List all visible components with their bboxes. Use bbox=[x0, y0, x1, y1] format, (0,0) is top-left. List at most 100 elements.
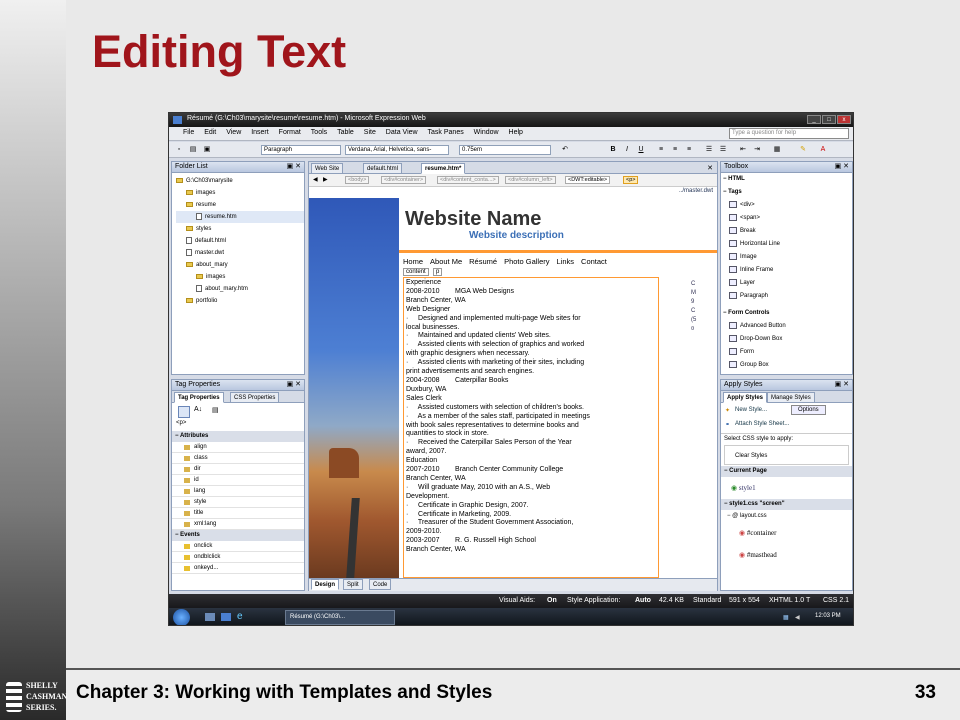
underline-icon[interactable]: U bbox=[637, 146, 645, 154]
menu-tools[interactable]: Tools bbox=[307, 127, 331, 138]
help-search-input[interactable]: Type a question for help bbox=[729, 128, 849, 139]
breadcrumb-tag[interactable]: <DWT:editable> bbox=[565, 176, 611, 184]
categorized-icon[interactable] bbox=[178, 406, 190, 418]
folder-item[interactable]: default.html bbox=[176, 235, 304, 247]
switch-windows-icon[interactable] bbox=[221, 613, 231, 621]
attribute-row[interactable]: id bbox=[172, 475, 304, 486]
toolbox-tag-item[interactable]: Inline Frame bbox=[721, 264, 852, 277]
bold-icon[interactable]: B bbox=[609, 146, 617, 154]
minimize-button[interactable]: _ bbox=[807, 115, 821, 124]
attribute-row[interactable]: title bbox=[172, 508, 304, 519]
internet-explorer-icon[interactable]: e bbox=[237, 611, 243, 622]
current-page-header[interactable]: − Current Page bbox=[721, 466, 852, 477]
open-icon[interactable]: ▤ bbox=[189, 146, 197, 154]
tab-apply-styles[interactable]: Apply Styles bbox=[723, 392, 768, 403]
nav-link[interactable]: Home bbox=[403, 257, 423, 266]
css-version[interactable]: CSS 2.1 bbox=[823, 597, 849, 604]
outdent-icon[interactable]: ⇤ bbox=[739, 146, 747, 154]
highlight-icon[interactable]: ✎ bbox=[799, 146, 807, 154]
align-center-icon[interactable]: ≡ bbox=[671, 146, 679, 154]
toolbox-form-item[interactable]: Group Box bbox=[721, 359, 852, 372]
borders-icon[interactable]: ▦ bbox=[773, 146, 781, 154]
new-page-icon[interactable]: ▫ bbox=[175, 146, 183, 154]
start-button[interactable] bbox=[173, 609, 190, 625]
style-select[interactable]: Paragraph bbox=[261, 145, 341, 155]
toolbox-tag-item[interactable]: Paragraph bbox=[721, 290, 852, 303]
event-row[interactable]: ondblclick bbox=[172, 552, 304, 563]
font-color-icon[interactable]: A bbox=[819, 146, 827, 154]
maximize-button[interactable]: □ bbox=[822, 115, 836, 124]
breadcrumb-tag[interactable]: <div#container> bbox=[381, 176, 427, 184]
folder-item[interactable]: master.dwt bbox=[176, 247, 304, 259]
menu-view[interactable]: View bbox=[222, 127, 245, 138]
master-path[interactable]: ../master.dwt bbox=[679, 188, 713, 194]
tab-design[interactable]: Design bbox=[311, 579, 340, 590]
menu-edit[interactable]: Edit bbox=[200, 127, 220, 138]
page-dimensions[interactable]: 591 x 554 bbox=[729, 597, 760, 604]
attribute-row[interactable]: style bbox=[172, 497, 304, 508]
tab-split[interactable]: Split bbox=[343, 579, 363, 590]
indent-icon[interactable]: ⇥ bbox=[753, 146, 761, 154]
tab-tag-properties[interactable]: Tag Properties bbox=[174, 392, 224, 403]
toolbox-form-item[interactable]: Form bbox=[721, 346, 852, 359]
tab-resume-htm[interactable]: resume.htm* bbox=[421, 163, 466, 174]
folder-item[interactable]: portfolio bbox=[176, 295, 304, 307]
style-application-value[interactable]: Auto bbox=[635, 597, 651, 604]
menu-task-panes[interactable]: Task Panes bbox=[424, 127, 468, 138]
breadcrumb-tag[interactable]: <div#column_left> bbox=[505, 176, 556, 184]
menu-table[interactable]: Table bbox=[333, 127, 358, 138]
clear-styles-item[interactable]: Clear Styles bbox=[724, 445, 849, 465]
attribute-row[interactable]: align bbox=[172, 442, 304, 453]
toolbox-tag-item[interactable]: Break bbox=[721, 225, 852, 238]
breadcrumb-tag[interactable]: <p> bbox=[623, 176, 639, 184]
close-icon[interactable]: ▣ ✕ bbox=[835, 162, 849, 170]
event-row[interactable]: onkeyd... bbox=[172, 563, 304, 574]
menu-site[interactable]: Site bbox=[360, 127, 380, 138]
events-header[interactable]: − Events bbox=[172, 530, 304, 541]
menu-format[interactable]: Format bbox=[275, 127, 305, 138]
tab-default-html[interactable]: default.html bbox=[363, 163, 403, 174]
clock[interactable]: 12:03 PM bbox=[815, 613, 841, 619]
menu-data-view[interactable]: Data View bbox=[382, 127, 422, 138]
menu-window[interactable]: Window bbox=[470, 127, 503, 138]
breadcrumb-tag[interactable]: <div#content_conta...> bbox=[437, 176, 499, 184]
close-icon[interactable]: ▣ ✕ bbox=[287, 162, 301, 170]
close-document-icon[interactable]: ✕ bbox=[707, 164, 713, 172]
nav-link[interactable]: Résumé bbox=[469, 257, 497, 266]
tab-css-properties[interactable]: CSS Properties bbox=[230, 392, 280, 403]
attribute-row[interactable]: lang bbox=[172, 486, 304, 497]
italic-icon[interactable]: I bbox=[623, 146, 631, 154]
toolbox-form-item[interactable]: Advanced Button bbox=[721, 320, 852, 333]
nav-link[interactable]: Contact bbox=[581, 257, 607, 266]
toolbox-tag-item[interactable]: <span> bbox=[721, 212, 852, 225]
taskbar-app-button[interactable]: Résumé (G:\Ch03\... bbox=[285, 610, 395, 625]
toolbox-tag-item[interactable]: Horizontal Line bbox=[721, 238, 852, 251]
attributes-header[interactable]: − Attributes bbox=[172, 431, 304, 442]
folder-item[interactable]: images bbox=[176, 187, 304, 199]
menu-help[interactable]: Help bbox=[505, 127, 527, 138]
font-size-select[interactable]: 0.75em bbox=[459, 145, 551, 155]
save-icon[interactable]: ▣ bbox=[203, 146, 211, 154]
new-style-link[interactable]: New Style... bbox=[735, 407, 767, 413]
close-icon[interactable]: ▣ ✕ bbox=[835, 380, 849, 388]
nav-link[interactable]: Links bbox=[557, 257, 575, 266]
attribute-row[interactable]: xml:lang bbox=[172, 519, 304, 530]
folder-item[interactable]: images bbox=[176, 271, 304, 283]
doctype[interactable]: XHTML 1.0 T bbox=[769, 597, 810, 604]
numbered-list-icon[interactable]: ☰ bbox=[705, 146, 713, 154]
attribute-row[interactable]: dir bbox=[172, 464, 304, 475]
visual-aids-value[interactable]: On bbox=[547, 597, 557, 604]
tab-manage-styles[interactable]: Manage Styles bbox=[767, 392, 815, 403]
volume-icon[interactable]: ◀ bbox=[795, 614, 800, 621]
back-icon[interactable]: ◀ bbox=[313, 176, 318, 183]
toolbox-tag-item[interactable]: <div> bbox=[721, 199, 852, 212]
folder-item[interactable]: about_mary bbox=[176, 259, 304, 271]
nav-link[interactable]: Photo Gallery bbox=[504, 257, 549, 266]
css-file-header[interactable]: − style1.css "screen" bbox=[721, 499, 852, 510]
folder-item[interactable]: resume bbox=[176, 199, 304, 211]
import-item[interactable]: − @ layout.css bbox=[721, 510, 852, 522]
options-button[interactable]: Options bbox=[791, 405, 826, 415]
editable-content-region[interactable]: Experience 2008-2010 MGA Web Designs Branc… bbox=[403, 277, 659, 578]
close-icon[interactable]: ▣ ✕ bbox=[287, 380, 301, 388]
font-select[interactable]: Verdana, Arial, Helvetica, sans- bbox=[345, 145, 449, 155]
